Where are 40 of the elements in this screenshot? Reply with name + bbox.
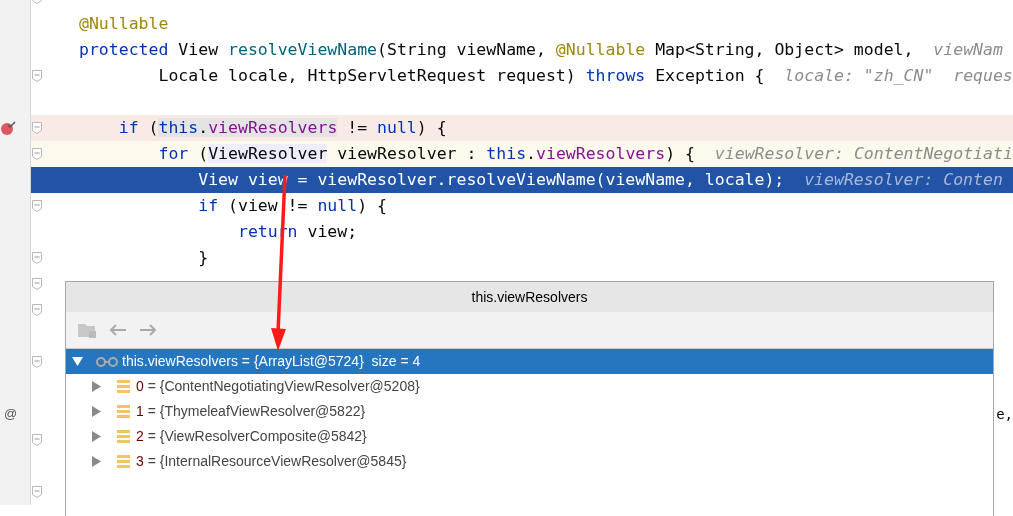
fold-icon[interactable] bbox=[32, 200, 42, 212]
fold-icon[interactable] bbox=[32, 486, 42, 498]
variable-text: this.viewResolvers = {ArrayList@5724} size = 4 bbox=[122, 352, 421, 371]
variable-text: 3 = {InternalResourceViewResolver@5845} bbox=[136, 452, 407, 471]
field-icon bbox=[117, 430, 130, 443]
expand-arrow-icon[interactable] bbox=[91, 406, 102, 417]
code-line: Locale locale, HttpServletRequest request) throws Exception { locale: "zh_CN" reques bbox=[157, 64, 1013, 87]
code-line: for (ViewResolver viewResolver : this.viewResolvers) { viewResolver: ContentNegotiati bbox=[157, 142, 1013, 165]
collapse-arrow-icon[interactable] bbox=[72, 356, 83, 367]
fold-icon[interactable] bbox=[32, 356, 42, 368]
code-line: @Nullable bbox=[79, 12, 169, 35]
code-line: protected View resolveViewName(String viewName, @Nullable Map<String, Object> model, viewNam bbox=[79, 38, 1003, 61]
breakpoint-icon[interactable] bbox=[1, 120, 17, 136]
variable-text: 2 = {ViewResolverComposite@5842} bbox=[136, 427, 367, 446]
code-line: } bbox=[197, 246, 209, 269]
fold-icon[interactable] bbox=[32, 434, 42, 446]
forward-arrow-icon[interactable] bbox=[139, 323, 157, 337]
tree-row[interactable]: this.viewResolvers = {ArrayList@5724} size = 4 bbox=[66, 349, 993, 374]
field-icon bbox=[117, 405, 130, 418]
popup-title: this.viewResolvers bbox=[66, 282, 993, 312]
code-fragment: e, bbox=[996, 404, 1013, 424]
fold-icon[interactable] bbox=[32, 252, 42, 264]
expand-arrow-icon[interactable] bbox=[91, 381, 102, 392]
folder-icon[interactable] bbox=[77, 321, 97, 339]
fold-icon[interactable] bbox=[32, 70, 42, 82]
fold-icon[interactable] bbox=[32, 122, 42, 134]
back-arrow-icon[interactable] bbox=[109, 323, 127, 337]
field-icon bbox=[117, 455, 130, 468]
field-icon bbox=[117, 380, 130, 393]
code-line: if (view != null) { bbox=[197, 194, 387, 217]
variable-text: 1 = {ThymeleafViewResolver@5822} bbox=[136, 402, 366, 421]
variable-text: 0 = {ContentNegotiatingViewResolver@5208} bbox=[136, 377, 420, 396]
expand-arrow-icon[interactable] bbox=[91, 456, 102, 467]
fold-icon[interactable] bbox=[32, 148, 42, 160]
watch-glasses-icon bbox=[96, 356, 118, 367]
gutter-marker: @ bbox=[3, 405, 18, 424]
expand-arrow-icon[interactable] bbox=[91, 431, 102, 442]
fold-icon[interactable] bbox=[32, 304, 42, 316]
code-line: if (this.viewResolvers != null) { bbox=[117, 116, 447, 139]
fold-icon[interactable] bbox=[32, 278, 42, 290]
